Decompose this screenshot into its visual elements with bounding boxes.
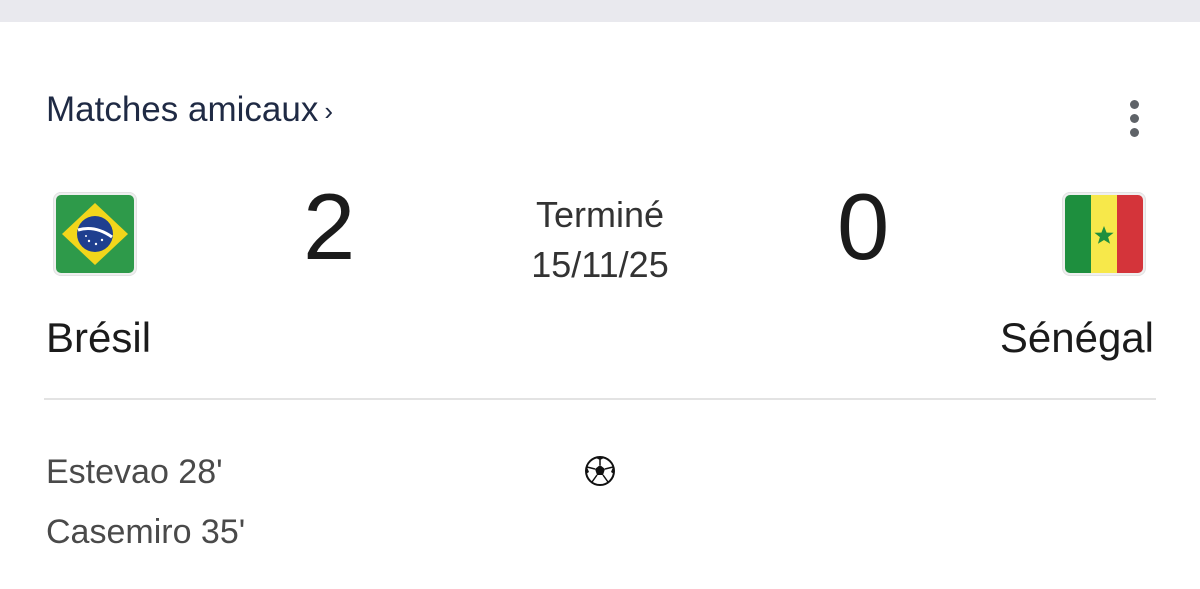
- soccer-ball-icon: [584, 455, 616, 487]
- away-score: 0: [837, 174, 890, 279]
- scorer-item: Casemiro 35': [46, 513, 246, 551]
- home-score: 2: [303, 174, 356, 279]
- senegal-flag-icon: [1062, 192, 1146, 276]
- more-vert-icon[interactable]: [1120, 98, 1150, 138]
- match-status: Terminé: [535, 194, 665, 235]
- away-team-name[interactable]: Sénégal: [1000, 314, 1154, 362]
- home-scorers-list: Estevao 28' Casemiro 35': [46, 448, 245, 568]
- top-strip: [0, 0, 1200, 22]
- home-team-name[interactable]: Brésil: [46, 314, 151, 362]
- brazil-flag-icon: [53, 192, 137, 276]
- competition-link[interactable]: Matches amicaux ›: [46, 90, 333, 130]
- match-status-block: Terminé 15/11/25: [480, 190, 720, 290]
- chevron-right-icon: ›: [324, 95, 333, 126]
- match-date: 15/11/25: [531, 244, 669, 285]
- competition-name: Matches amicaux: [46, 90, 319, 129]
- scorer-item: Estevao 28': [46, 453, 223, 491]
- divider: [44, 398, 1156, 400]
